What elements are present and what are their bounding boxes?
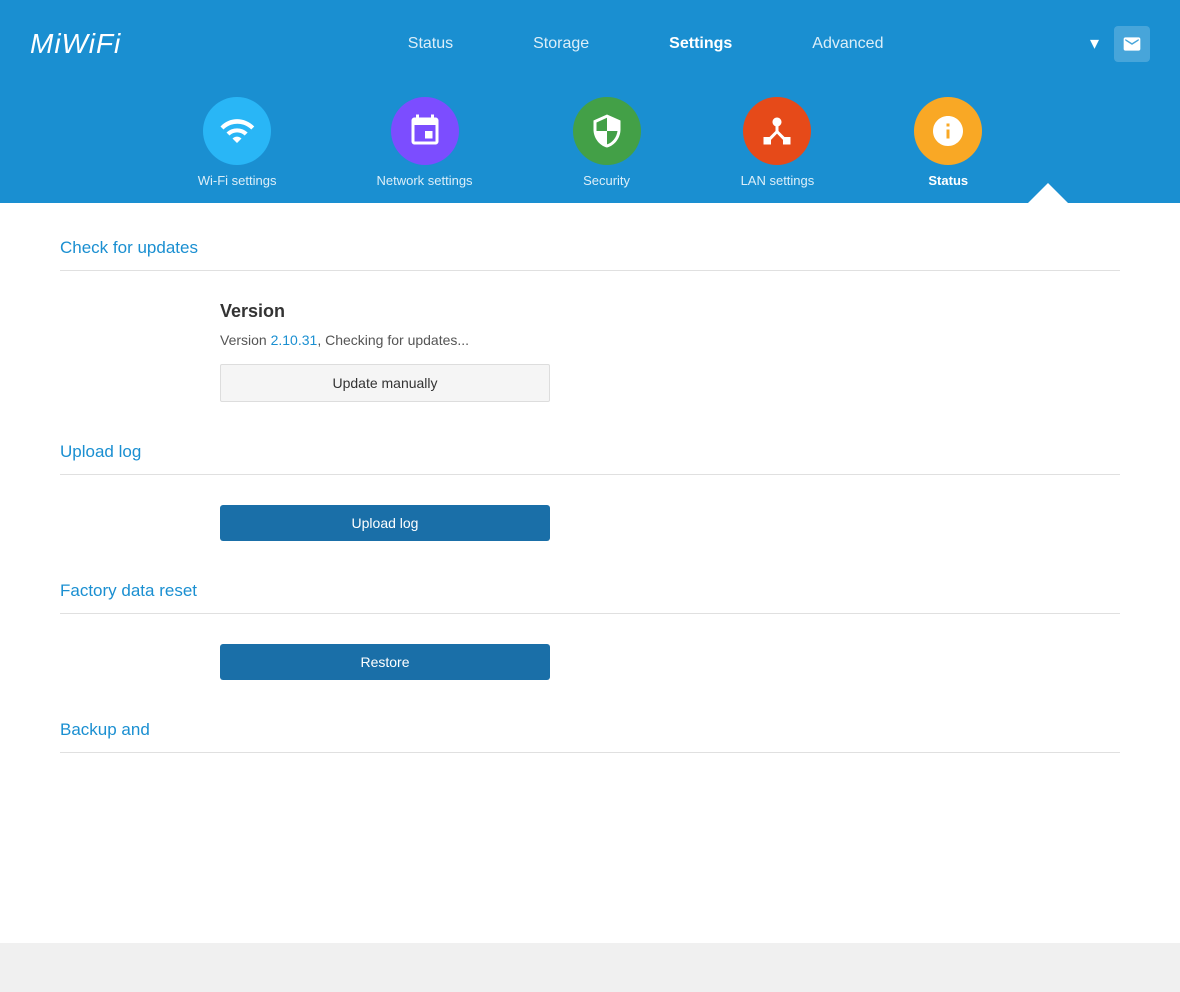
logo: MiWiFi (30, 28, 121, 60)
subnav-wifi[interactable]: Wi-Fi settings (198, 97, 277, 203)
subnav-lan-label: LAN settings (741, 173, 815, 188)
section-divider-2 (60, 474, 1120, 475)
header: MiWiFi Status Storage Settings Advanced … (0, 0, 1180, 87)
subnav-status[interactable]: Status (914, 97, 982, 203)
version-number: 2.10.31 (271, 332, 318, 348)
status-icon-circle (914, 97, 982, 165)
nav-storage[interactable]: Storage (533, 35, 589, 53)
subnav-security[interactable]: Security (573, 97, 641, 203)
factory-reset-title: Factory data reset (60, 581, 1120, 601)
section-divider-4 (60, 752, 1120, 753)
sub-nav: Wi-Fi settings Network settings Security… (0, 87, 1180, 203)
upload-log-button[interactable]: Upload log (220, 505, 550, 541)
nav-settings[interactable]: Settings (669, 35, 732, 53)
check-for-updates-section: Check for updates Version Version 2.10.3… (60, 238, 1120, 402)
network-icon-circle (391, 97, 459, 165)
subnav-status-label: Status (928, 173, 968, 188)
check-for-updates-title: Check for updates (60, 238, 1120, 258)
subnav-network[interactable]: Network settings (376, 97, 472, 203)
section-divider-1 (60, 270, 1120, 271)
logo-text: MiWiFi (30, 28, 121, 59)
backup-section: Backup and (60, 720, 1120, 753)
chevron-down-icon[interactable]: ▾ (1090, 33, 1099, 54)
restore-button[interactable]: Restore (220, 644, 550, 680)
version-suffix: , Checking for updates... (317, 332, 469, 348)
subnav-network-label: Network settings (376, 173, 472, 188)
main-nav: Status Storage Settings Advanced (201, 35, 1090, 53)
version-prefix: Version (220, 332, 271, 348)
upload-log-section: Upload log Upload log (60, 442, 1120, 541)
subnav-lan[interactable]: LAN settings (741, 97, 815, 203)
subnav-wifi-label: Wi-Fi settings (198, 173, 277, 188)
upload-log-title: Upload log (60, 442, 1120, 462)
main-content: Check for updates Version Version 2.10.3… (0, 203, 1180, 943)
security-icon-circle (573, 97, 641, 165)
wifi-icon-circle (203, 97, 271, 165)
section-divider-3 (60, 613, 1120, 614)
version-label: Version (220, 301, 1120, 322)
nav-status[interactable]: Status (408, 35, 453, 53)
update-manually-button[interactable]: Update manually (220, 364, 550, 402)
nav-advanced[interactable]: Advanced (812, 35, 883, 53)
lan-icon-circle (743, 97, 811, 165)
active-pointer (1028, 183, 1068, 203)
header-actions: ▾ (1090, 26, 1150, 62)
factory-reset-section: Factory data reset Restore (60, 581, 1120, 680)
version-text: Version 2.10.31, Checking for updates... (220, 332, 1120, 348)
subnav-security-label: Security (583, 173, 630, 188)
backup-title: Backup and (60, 720, 1120, 740)
mail-icon[interactable] (1114, 26, 1150, 62)
